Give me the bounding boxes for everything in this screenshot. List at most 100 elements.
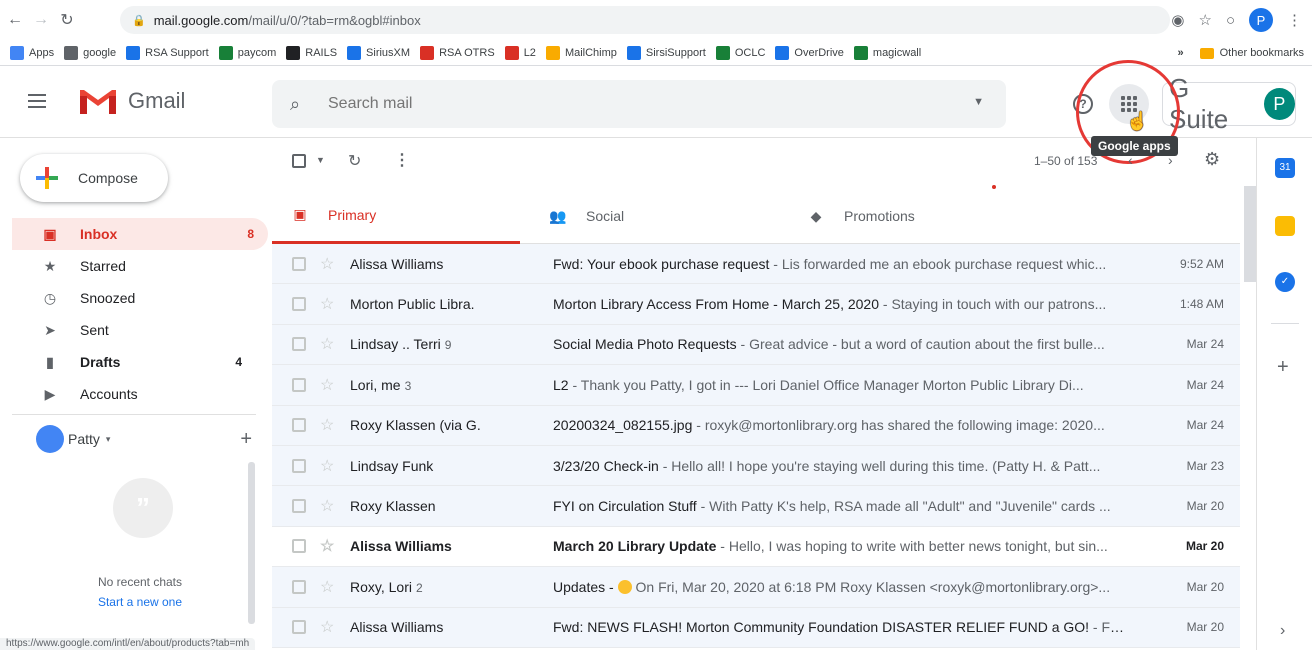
row-checkbox[interactable] <box>292 499 306 514</box>
tab-primary[interactable]: ▣ Primary <box>272 188 520 244</box>
clock-icon: ◷ <box>43 289 57 306</box>
table-row[interactable]: ☆ Alissa Williams Fwd: Your ebook purchase… <box>272 244 1240 285</box>
get-addons-plus-icon[interactable]: + <box>1277 356 1289 379</box>
forward-icon[interactable]: → <box>30 11 52 29</box>
keep-icon[interactable] <box>1275 216 1295 236</box>
star-icon[interactable]: ☆ <box>320 294 334 314</box>
row-checkbox[interactable] <box>292 620 306 635</box>
start-new-chat-link[interactable]: Start a new one <box>60 595 220 609</box>
bookmark-rails[interactable]: RAILS <box>286 45 337 60</box>
nav-item-starred[interactable]: ★ Starred <box>0 250 256 282</box>
star-icon[interactable]: ☆ <box>320 415 334 435</box>
other-bookmarks-link[interactable]: Other bookmarks <box>1220 47 1304 59</box>
nav-item-snoozed[interactable]: ◷ Snoozed <box>0 282 256 314</box>
account-avatar[interactable]: P <box>1263 88 1295 120</box>
gsuite-account-box[interactable]: G Suite P <box>1162 73 1296 134</box>
tab-social[interactable]: 👥 Social <box>530 188 778 244</box>
email-message: Fwd: Your ebook purchase request - Lis f… <box>553 256 1133 272</box>
bookmark-rsa-otrs[interactable]: RSA OTRS <box>420 45 495 60</box>
main-menu-icon[interactable] <box>28 94 46 112</box>
row-checkbox[interactable] <box>292 458 306 473</box>
star-icon[interactable]: ☆ <box>320 375 334 395</box>
gmail-logo[interactable]: Gmail <box>78 86 185 116</box>
back-icon[interactable]: ← <box>4 11 26 29</box>
table-row[interactable]: ☆ Lindsay .. Terri 9 Social Media Photo Req… <box>272 324 1240 366</box>
new-chat-plus-icon[interactable]: + <box>240 428 252 451</box>
bookmark-mailchimp[interactable]: MailChimp <box>545 45 617 60</box>
select-dropdown-icon[interactable]: ▼ <box>316 155 325 165</box>
search-input[interactable] <box>328 95 928 113</box>
bookmark-rsa-support[interactable]: RSA Support <box>126 45 209 60</box>
table-row[interactable]: ☆ Roxy, Lori 2 Updates - On Fri, Mar 20, 20… <box>272 567 1240 608</box>
table-row[interactable]: ☆ Alissa Williams March 20 Library Update … <box>272 526 1240 568</box>
star-icon[interactable]: ☆ <box>320 536 334 556</box>
search-icon[interactable]: ⌕ <box>290 94 310 115</box>
star-icon[interactable]: ☆ <box>320 334 334 354</box>
extension-icon[interactable]: ○ <box>1226 12 1235 29</box>
bookmark-apps[interactable]: Apps <box>10 45 54 60</box>
bookmark-favicon-icon <box>715 45 730 60</box>
tab-promotions[interactable]: ◆ Promotions <box>788 188 1036 244</box>
table-row[interactable]: ☆ Lori, me 3 L2 - Thank you Patty, I got in… <box>272 365 1240 406</box>
more-options-icon[interactable]: ⋮ <box>394 150 410 170</box>
refresh-icon[interactable]: ↻ <box>348 151 361 171</box>
star-icon[interactable]: ☆ <box>320 617 334 637</box>
previous-page-icon[interactable]: ‹ <box>1128 152 1133 168</box>
browser-menu-icon[interactable]: ⋮ <box>1287 11 1302 29</box>
table-row[interactable]: ☆ Roxy Klassen (via G. 20200324_082155.jpg… <box>272 405 1240 446</box>
table-row[interactable]: ☆ Roxy Klassen FYI on Circulation Stuff - … <box>272 486 1240 527</box>
row-checkbox[interactable] <box>292 579 306 594</box>
more-bookmarks-icon[interactable]: » <box>1178 47 1184 59</box>
row-checkbox[interactable] <box>292 256 306 271</box>
reload-icon[interactable]: ↻ <box>56 10 78 30</box>
row-checkbox[interactable] <box>292 418 306 433</box>
email-subject: March 20 Library Update <box>553 538 717 555</box>
table-row[interactable]: ☆ Alissa Williams Fwd: NEWS FLASH! Morton … <box>272 607 1240 648</box>
eye-icon[interactable]: ◉ <box>1171 11 1184 29</box>
compose-button[interactable]: Compose <box>20 154 168 202</box>
nav-item-accounts[interactable]: ▶ Accounts <box>0 378 256 410</box>
bookmark-oclc[interactable]: OCLC <box>715 45 765 60</box>
table-row[interactable]: ☆ Lindsay Funk 3/23/20 Check-in - Hello al… <box>272 445 1240 487</box>
star-icon[interactable]: ☆ <box>320 577 334 597</box>
star-icon[interactable]: ☆ <box>320 456 334 476</box>
bookmark-paycom[interactable]: paycom <box>218 45 276 60</box>
row-checkbox[interactable] <box>292 377 306 392</box>
email-message: 20200324_082155.jpg - roxyk@mortonlibrar… <box>553 417 1133 433</box>
row-checkbox[interactable] <box>292 337 306 352</box>
label-icon: ▶ <box>44 385 56 402</box>
settings-gear-icon[interactable]: ⚙ <box>1204 149 1220 170</box>
bookmark-l2[interactable]: L2 <box>504 45 536 60</box>
row-checkbox[interactable] <box>292 539 306 554</box>
bookmark-overdrive[interactable]: OverDrive <box>775 45 844 60</box>
nav-item-drafts[interactable]: ▮ Drafts 4 <box>0 346 256 378</box>
nav-item-sent[interactable]: ➤ Sent <box>0 314 256 346</box>
next-page-icon[interactable]: › <box>1168 152 1173 168</box>
show-side-panel-chevron-icon[interactable]: › <box>1280 622 1285 640</box>
calendar-icon[interactable]: 31 <box>1275 158 1295 178</box>
table-row[interactable]: ☆ Morton Public Libra. Morton Library Acce… <box>272 284 1240 325</box>
bookmark-sirsisupport[interactable]: SirsiSupport <box>626 45 706 60</box>
bookmark-magicwall[interactable]: magicwall <box>853 45 921 60</box>
star-icon[interactable]: ☆ <box>320 254 334 274</box>
list-scrollbar[interactable] <box>1244 186 1256 282</box>
row-checkbox[interactable] <box>292 297 306 312</box>
bookmark-google[interactable]: google <box>64 45 116 60</box>
bookmark-favicon-icon <box>126 45 141 60</box>
email-sender: Lori, me 3 <box>350 377 550 393</box>
bookmark-siriusxm[interactable]: SiriusXM <box>347 45 410 60</box>
tasks-icon[interactable]: ✓ <box>1275 272 1295 292</box>
nav-item-inbox[interactable]: ▣ Inbox 8 <box>12 218 268 250</box>
search-options-dropdown-icon[interactable]: ▼ <box>973 96 984 108</box>
send-icon: ➤ <box>44 321 56 338</box>
email-message: 3/23/20 Check-in - Hello all! I hope you… <box>553 458 1133 474</box>
hangouts-user[interactable]: Patty ▾ + <box>36 425 252 453</box>
gmail-m-icon <box>80 90 116 114</box>
bookmark-star-icon[interactable]: ☆ <box>1198 11 1211 29</box>
star-icon[interactable]: ☆ <box>320 496 334 516</box>
browser-profile-avatar[interactable]: P <box>1249 8 1273 32</box>
select-all-checkbox[interactable] <box>292 154 306 168</box>
left-scrollbar[interactable] <box>248 462 255 624</box>
chevron-down-icon[interactable]: ▾ <box>106 434 111 445</box>
address-bar[interactable]: 🔒 mail.google.com/mail/u/0/?tab=rm&ogbl#… <box>120 6 1170 34</box>
